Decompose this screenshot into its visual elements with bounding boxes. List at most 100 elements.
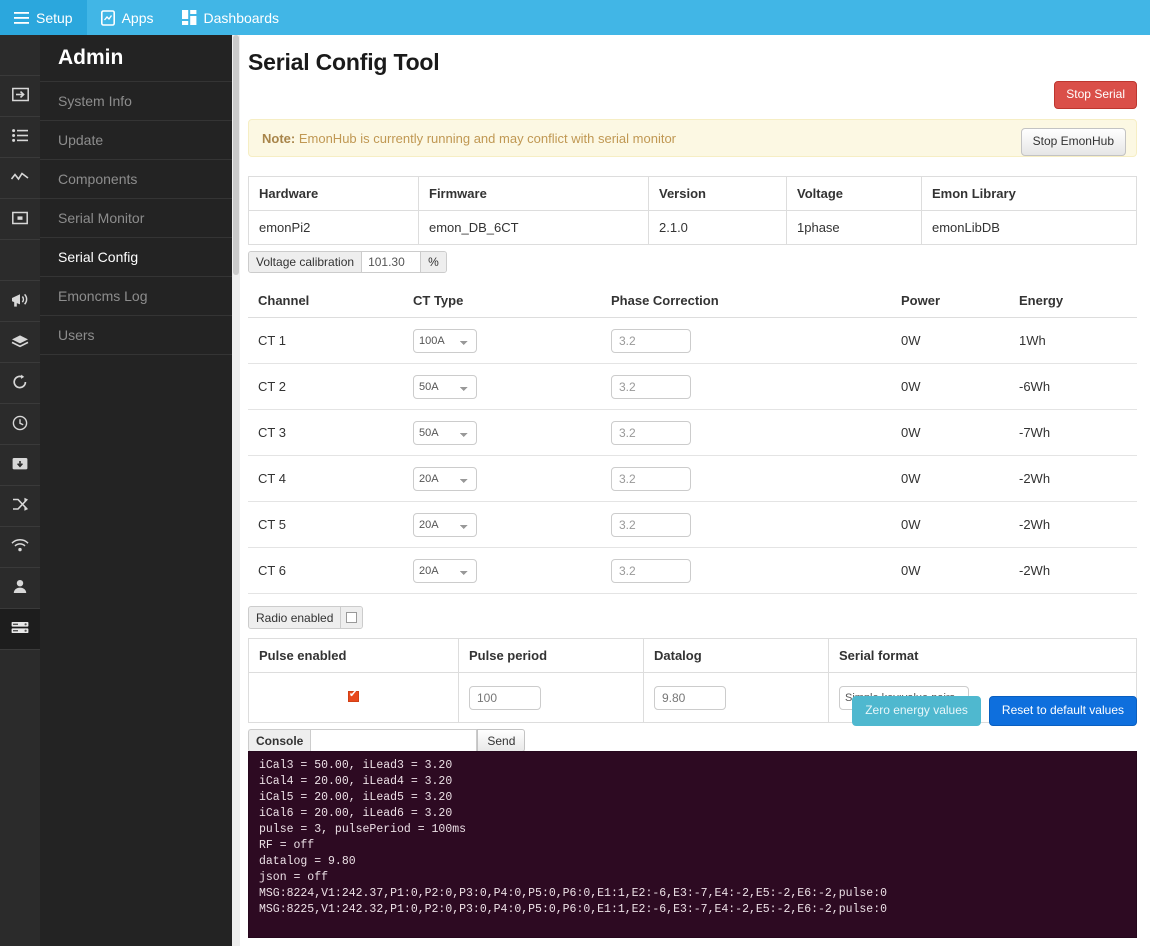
table-header-row: Pulse enabled Pulse period Datalog Seria… xyxy=(248,638,1137,673)
rail-item-refresh[interactable] xyxy=(0,363,40,404)
rail-item-login[interactable] xyxy=(0,76,40,117)
stop-serial-button[interactable]: Stop Serial xyxy=(1054,81,1137,109)
cell-hardware: emonPi2 xyxy=(248,210,419,245)
cell-power: 0W xyxy=(891,317,1009,364)
rail-item-users[interactable] xyxy=(0,568,40,609)
rail-item-shuffle[interactable] xyxy=(0,486,40,527)
refresh-icon xyxy=(12,374,28,393)
sidebar-item-system-info[interactable]: System Info xyxy=(40,82,232,121)
cell-version: 2.1.0 xyxy=(648,210,787,245)
col-hardware: Hardware xyxy=(248,176,419,211)
cell-channel: CT 4 xyxy=(248,455,403,502)
ct-type-select-4[interactable]: 20A xyxy=(413,466,477,491)
percent-unit-label: % xyxy=(420,252,446,272)
rail-item-history[interactable] xyxy=(0,404,40,445)
rail-item-components[interactable] xyxy=(0,158,40,199)
layers-icon xyxy=(11,334,29,351)
server-config-icon xyxy=(11,621,29,638)
table-row: CT 3 50A 0W -7Wh xyxy=(248,409,1137,456)
sidebar-item-serial-monitor[interactable]: Serial Monitor xyxy=(40,199,232,238)
cell-emon-library: emonLibDB xyxy=(921,210,1137,245)
sidebar-title: Admin xyxy=(40,35,232,82)
cell-phase xyxy=(601,363,891,410)
sidebar-scrollbar[interactable] xyxy=(232,35,240,946)
rail-item-serial-config[interactable] xyxy=(0,609,40,650)
phase-correction-input-6[interactable] xyxy=(611,558,691,583)
cell-ct-type: 50A xyxy=(403,363,601,410)
emonhub-warning-banner: Note: EmonHub is currently running and m… xyxy=(248,119,1137,157)
voltage-calibration-group: Voltage calibration % xyxy=(248,251,447,273)
reset-to-default-values-button[interactable]: Reset to default values xyxy=(988,696,1137,726)
sidebar-item-serial-config[interactable]: Serial Config xyxy=(40,238,232,277)
zero-energy-values-button[interactable]: Zero energy values xyxy=(852,696,981,726)
cell-firmware: emon_DB_6CT xyxy=(418,210,649,245)
table-header-row: Channel CT Type Phase Correction Power E… xyxy=(248,285,1137,318)
rail-item-serial-monitor[interactable] xyxy=(0,199,40,240)
phase-correction-input-3[interactable] xyxy=(611,420,691,445)
nav-item-dashboards-label: Dashboards xyxy=(203,9,280,26)
nav-item-setup[interactable]: Setup xyxy=(0,0,87,35)
col-datalog: Datalog xyxy=(643,638,829,673)
cell-power: 0W xyxy=(891,363,1009,410)
nav-item-dashboards[interactable]: Dashboards xyxy=(168,0,294,35)
col-energy: Energy xyxy=(1009,285,1137,318)
cell-energy: -7Wh xyxy=(1009,409,1137,456)
table-row: emonPi2 emon_DB_6CT 2.1.0 1phase emonLib… xyxy=(248,210,1137,245)
cell-ct-type: 100A xyxy=(403,317,601,364)
ct-type-select-5[interactable]: 20A xyxy=(413,512,477,537)
nav-item-apps[interactable]: Apps xyxy=(87,0,168,35)
sidebar-item-users[interactable]: Users xyxy=(40,316,232,355)
send-button[interactable]: Send xyxy=(477,729,526,752)
console-output[interactable]: iCal3 = 50.00, iLead3 = 3.20 iCal4 = 20.… xyxy=(248,751,1137,938)
warning-prefix: Note: xyxy=(262,130,296,146)
inbox-icon xyxy=(12,211,28,228)
col-phase-correction: Phase Correction xyxy=(601,285,891,318)
console-command-input[interactable] xyxy=(310,729,478,752)
voltage-calibration-label: Voltage calibration xyxy=(249,252,363,272)
phase-correction-input-2[interactable] xyxy=(611,374,691,399)
cell-ct-type: 20A xyxy=(403,455,601,502)
ct-type-select-6[interactable]: 20A xyxy=(413,558,477,583)
scrollbar-thumb[interactable] xyxy=(233,35,239,275)
sidebar-item-components[interactable]: Components xyxy=(40,160,232,199)
cell-power: 0W xyxy=(891,409,1009,456)
ct-type-select-1[interactable]: 100A xyxy=(413,328,477,353)
warning-message: EmonHub is currently running and may con… xyxy=(298,130,677,146)
phase-correction-input-5[interactable] xyxy=(611,512,691,537)
rail-item-layers[interactable] xyxy=(0,322,40,363)
cell-ct-type: 50A xyxy=(403,409,601,456)
dashboard-grid-icon xyxy=(181,10,197,25)
wifi-icon xyxy=(11,539,29,555)
archive-down-icon xyxy=(12,456,28,474)
icon-rail xyxy=(0,35,40,946)
clock-icon xyxy=(12,415,28,434)
ct-type-select-3[interactable]: 50A xyxy=(413,420,477,445)
rail-item-announcements[interactable] xyxy=(0,281,40,322)
phase-correction-input-4[interactable] xyxy=(611,466,691,491)
table-row: CT 5 20A 0W -2Wh xyxy=(248,501,1137,548)
sidebar-item-update[interactable]: Update xyxy=(40,121,232,160)
list-icon xyxy=(12,129,28,145)
sidebar-item-emoncms-log[interactable]: Emoncms Log xyxy=(40,277,232,316)
login-arrow-icon xyxy=(11,87,29,105)
col-emon-library: Emon Library xyxy=(921,176,1137,211)
col-ct-type: CT Type xyxy=(403,285,601,318)
radio-enabled-checkbox[interactable] xyxy=(346,612,358,623)
radio-enabled-checkbox-wrap[interactable] xyxy=(341,607,363,628)
nav-item-apps-label: Apps xyxy=(121,9,154,26)
voltage-calibration-input[interactable] xyxy=(362,252,421,272)
cell-power: 0W xyxy=(891,547,1009,594)
action-button-row: Zero energy values Reset to default valu… xyxy=(248,696,1137,726)
stop-emonhub-button[interactable]: Stop EmonHub xyxy=(1020,128,1126,156)
phase-correction-input-1[interactable] xyxy=(611,328,691,353)
cell-phase xyxy=(601,501,891,548)
hamburger-menu-icon xyxy=(14,11,29,24)
ct-type-select-2[interactable]: 50A xyxy=(413,374,477,399)
rail-item-wifi[interactable] xyxy=(0,527,40,568)
cell-phase xyxy=(601,317,891,364)
rail-item-backup[interactable] xyxy=(0,445,40,486)
col-pulse-enabled: Pulse enabled xyxy=(248,638,459,673)
col-pulse-period: Pulse period xyxy=(458,638,644,673)
rail-item-update[interactable] xyxy=(0,117,40,158)
top-navbar: Setup Apps Dashboards xyxy=(0,0,1150,35)
